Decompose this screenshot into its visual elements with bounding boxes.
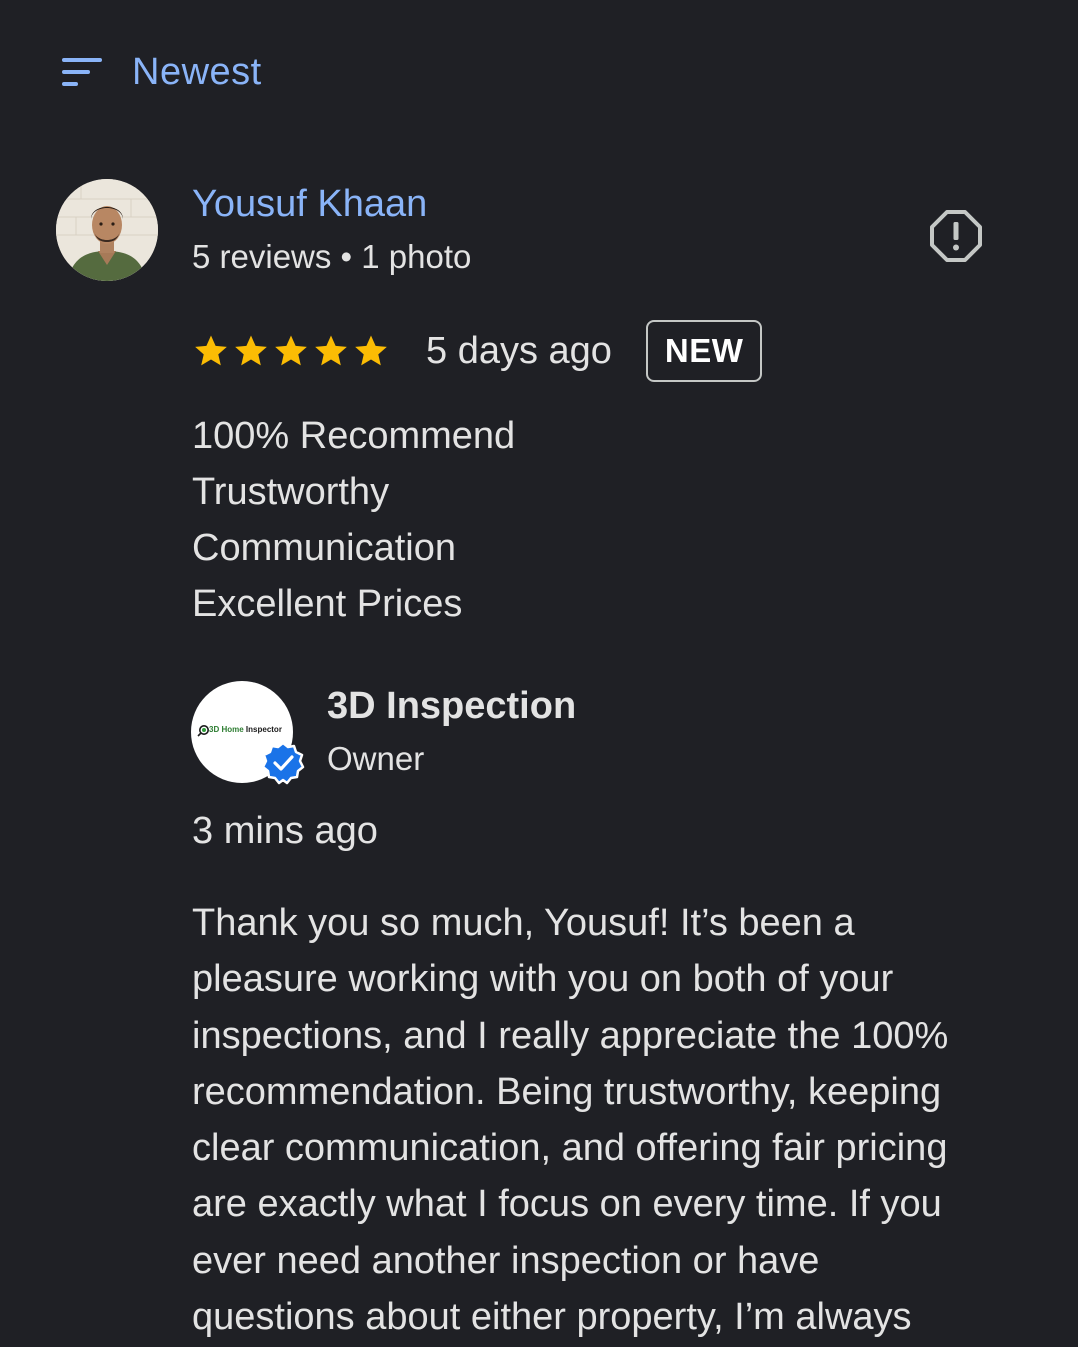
owner-name[interactable]: 3D Inspection [327,685,576,728]
review-line: 100% Recommend [192,415,516,457]
reviewer-meta: 5 reviews • 1 photo [192,238,472,275]
reply-line: clear communication, and offering fair p… [192,1127,948,1170]
new-badge: NEW [645,320,763,382]
report-icon [930,210,982,262]
reply-line: recommendation. Being trustworthy, keepi… [192,1070,942,1113]
sort-button[interactable]: Newest [62,48,262,96]
sort-icon [62,58,102,86]
reply-line: are exactly what I focus on every time. … [192,1183,942,1226]
star-icon [235,335,267,366]
star-icon [275,335,307,366]
star-icon [195,335,227,366]
reviewer-avatar[interactable] [56,179,158,281]
review-text: 100% Recommend Trustworthy Communication Ex… [192,408,515,632]
review-date: 5 days ago [426,329,612,372]
reply-line: pleasure working with you on both of you… [192,958,894,1001]
review-line: Trustworthy [192,471,390,513]
sort-label: Newest [132,50,262,93]
reviews-page: Newest Yousuf Khaan 5 reviews • 1 photo [0,0,1078,1347]
reply-line: Thank you so much, Yousuf! It’s been a [192,902,855,944]
owner-role: Owner [327,740,425,777]
review-line: Excellent Prices [192,583,463,625]
reply-line: ever need another inspection or have [192,1239,820,1282]
star-rating [192,332,390,370]
review-line: Communication [192,527,456,569]
reply-text: Thank you so much, Yousuf! It’s been a pl… [192,895,948,1345]
star-icon [355,335,387,366]
reply-line: questions about either property, I’m alw… [192,1296,912,1339]
star-icon [315,335,347,366]
reply-line: inspections, and I really appreciate the… [192,1014,949,1057]
report-button[interactable] [928,208,984,264]
verified-badge-icon [261,741,305,785]
rating-row: 5 days ago NEW [192,318,763,384]
reviewer-name[interactable]: Yousuf Khaan [192,183,427,226]
owner-logo-text: 3D Home Inspector [209,725,282,734]
reply-date: 3 mins ago [192,810,378,852]
